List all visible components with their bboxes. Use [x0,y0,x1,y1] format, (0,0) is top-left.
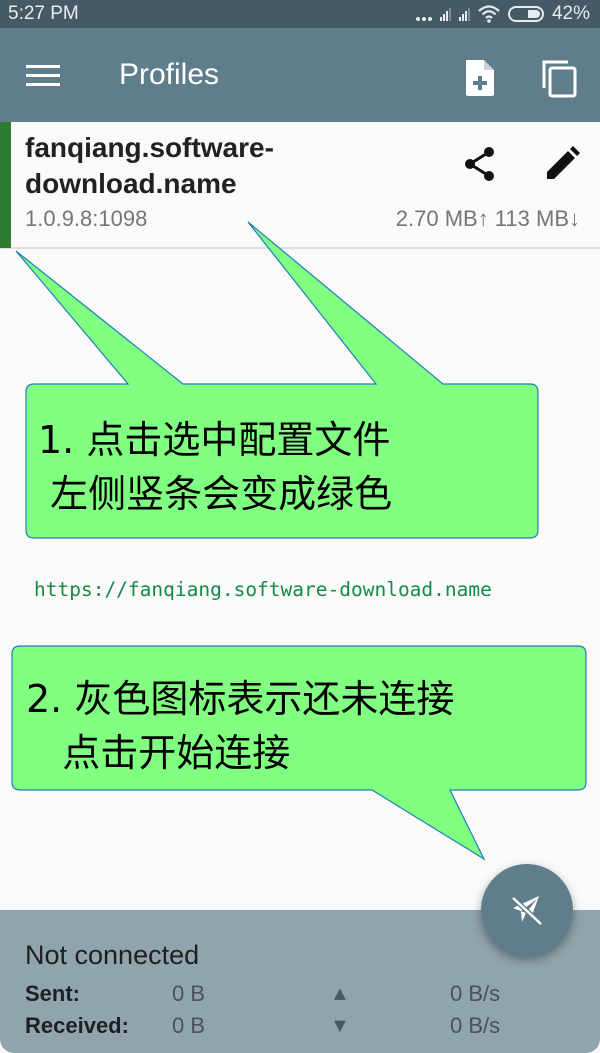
profile-traffic: 2.70 MB↑ 113 MB↓ [395,206,580,231]
callout-text-2: 2. 灰色图标表示还未连接 点击开始连接 [26,677,455,775]
callout-text-1: 1. 点击选中配置文件 左侧竖条会变成绿色 [38,418,393,516]
website-url: https://fanqiang.software-download.name [34,578,492,601]
signal-icon [458,7,470,21]
battery-level: 42% [551,3,590,24]
sent-total: 0 B [172,981,206,1006]
copy-profile-button[interactable] [540,58,580,98]
selected-indicator [0,122,11,248]
down-arrow-icon: ▼ [330,1015,350,1037]
menu-button[interactable] [26,65,60,89]
received-rate: 0 B/s [450,1013,501,1038]
profile-name: fanqiang.software-download.name [25,132,274,199]
more-dots-icon [415,7,432,21]
profile-item[interactable]: fanqiang.software-download.name 1.0.9.8:… [0,122,600,249]
edit-icon [547,146,580,179]
share-button[interactable] [462,144,498,184]
up-arrow-icon: ▲ [330,983,350,1005]
airplane-off-icon [511,896,543,926]
battery-icon [507,6,544,22]
share-icon [465,147,494,181]
edit-button[interactable] [542,144,582,184]
menu-icon [26,65,60,86]
add-file-icon [466,60,494,96]
page-title: Profiles [119,58,220,91]
connection-state: Not connected [25,940,200,970]
received-label: Received: [25,1013,129,1038]
connect-button[interactable] [481,864,573,956]
sent-rate: 0 B/s [450,981,501,1006]
add-profile-button[interactable] [462,58,498,98]
sent-label: Sent: [25,981,80,1006]
status-time: 5:27 PM [8,3,79,24]
status-bar: 5:27 PM 42% [0,0,600,28]
signal-icon [439,7,451,21]
status-icons: 42% [415,3,590,25]
profile-host: 1.0.9.8:1098 [25,206,148,231]
app-bar: Profiles [0,28,600,122]
wifi-icon [478,5,500,23]
received-total: 0 B [172,1013,206,1038]
copy-icon [542,60,577,98]
